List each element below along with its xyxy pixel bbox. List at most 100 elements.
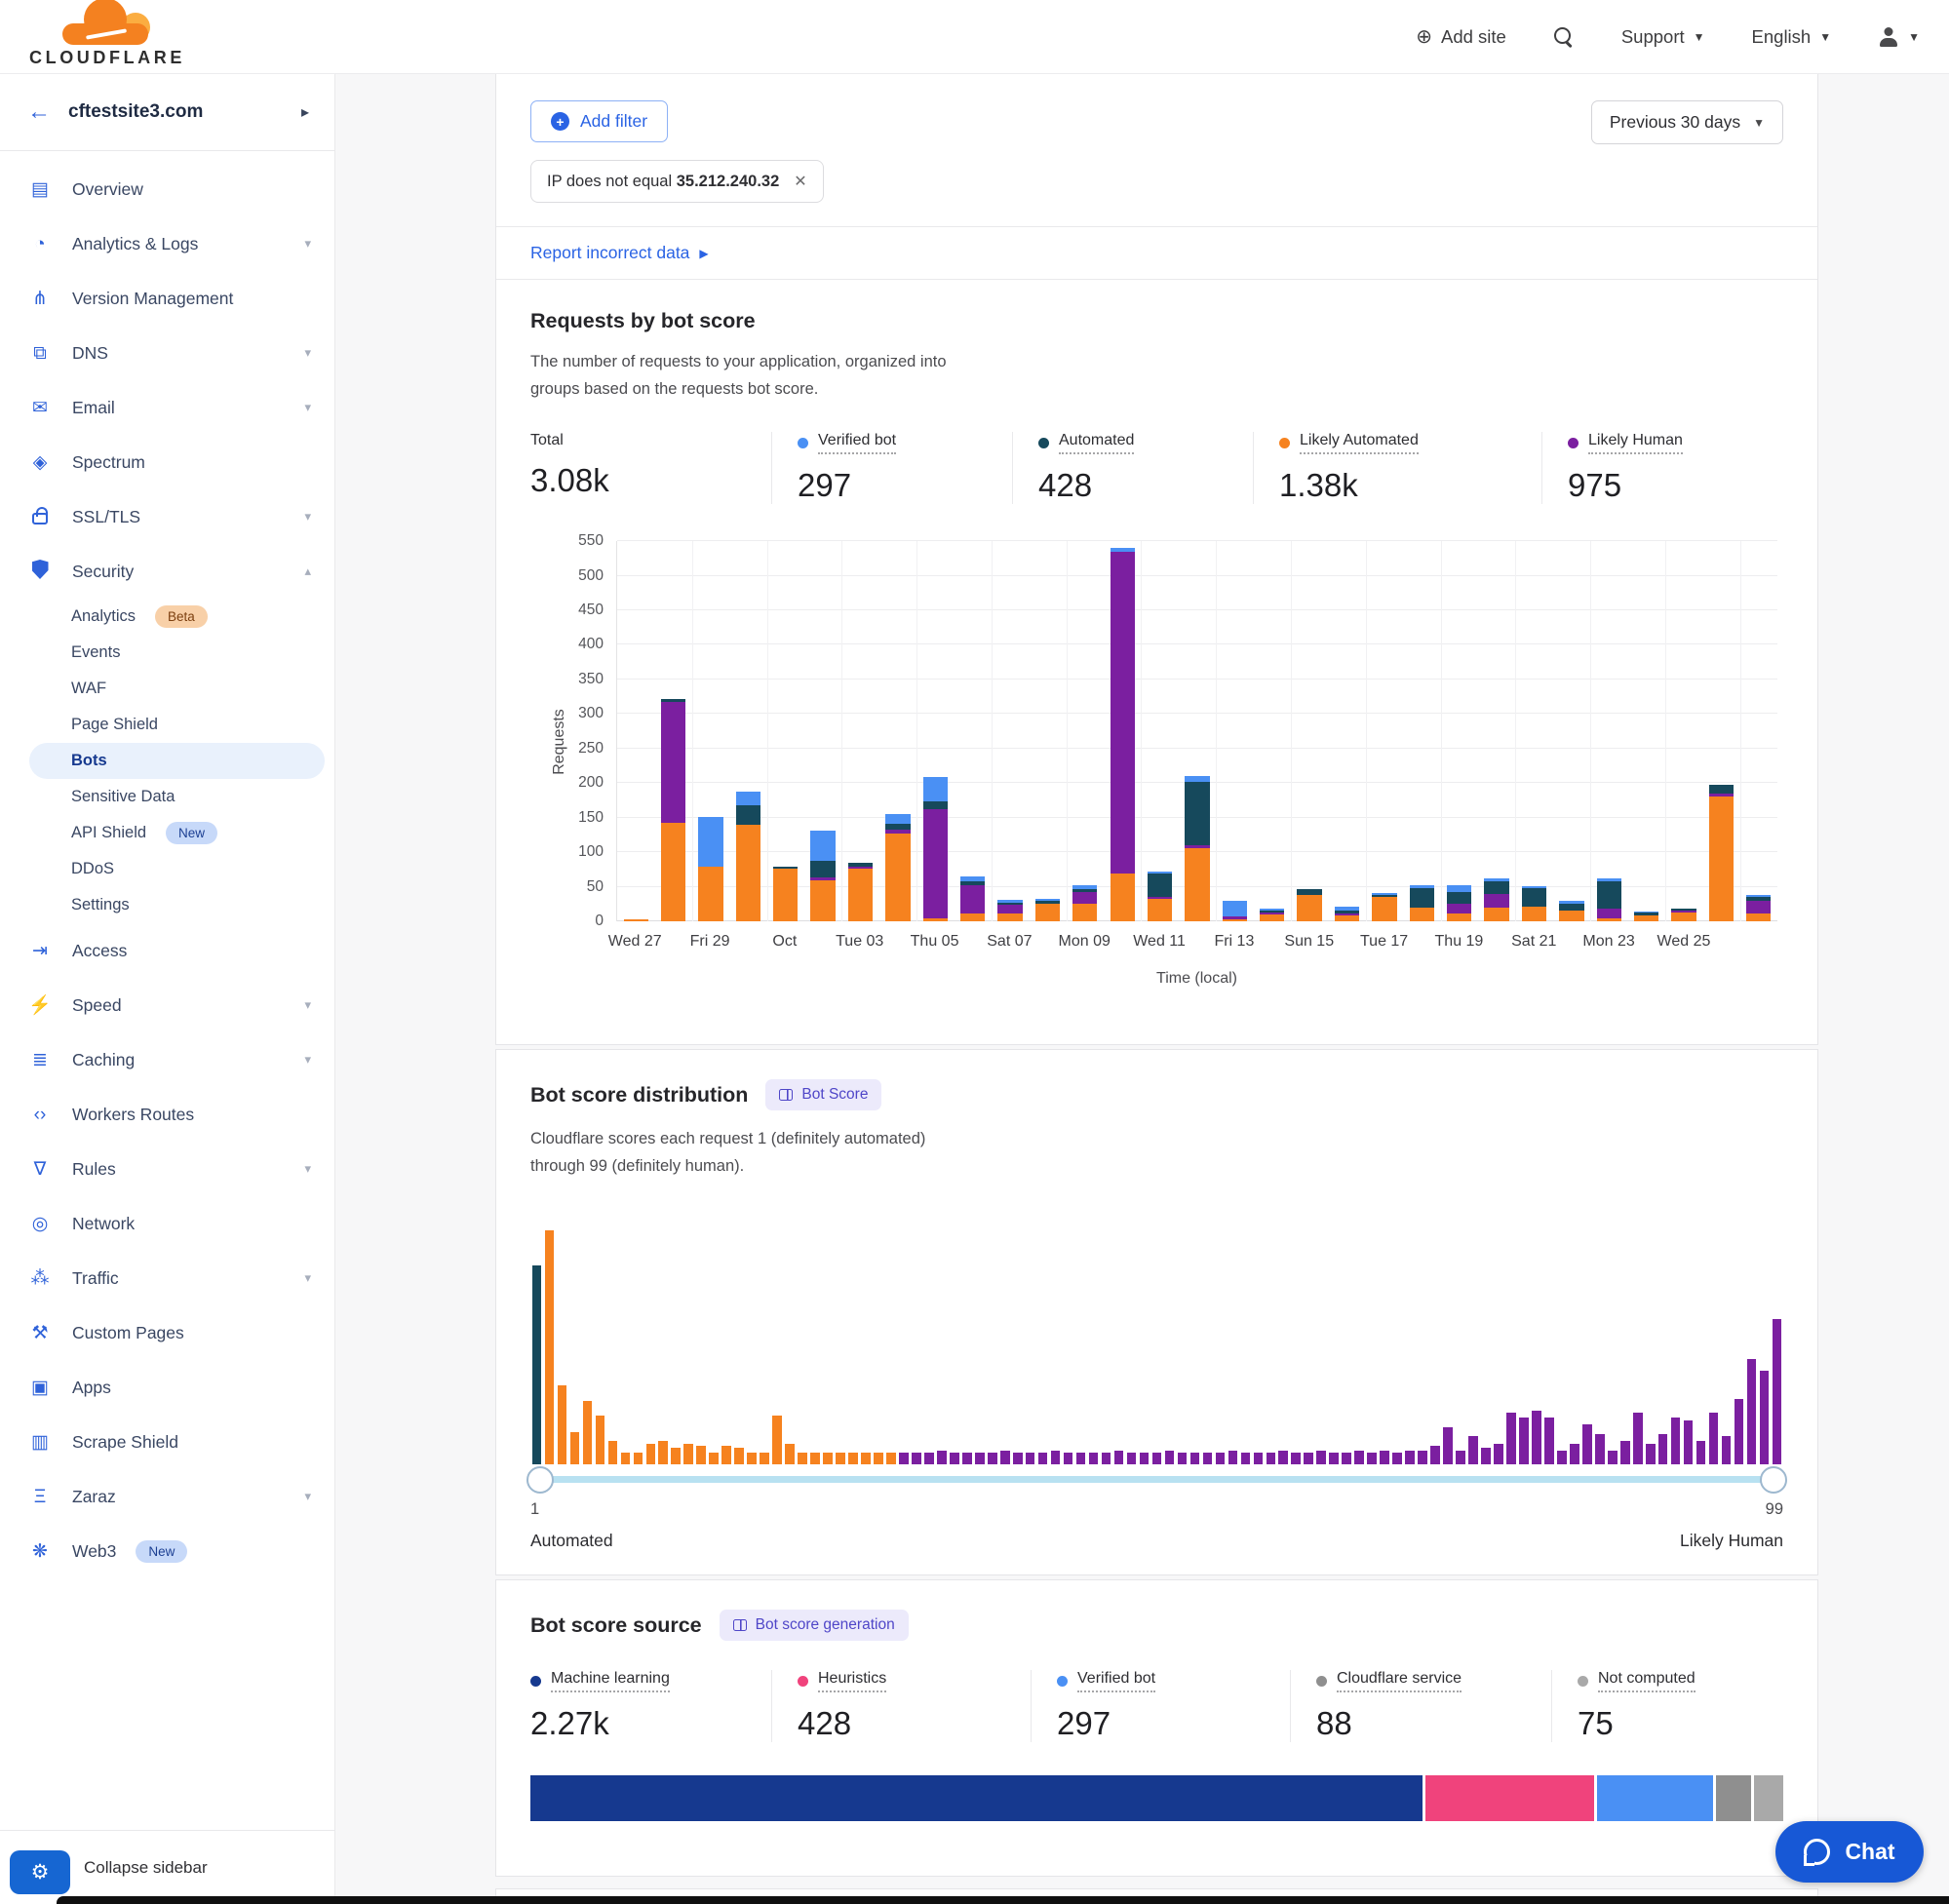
sidebar-item-network[interactable]: ◎Network: [0, 1196, 334, 1251]
bar-segment-likely-automated: [661, 823, 685, 921]
bar-segment-likely-human: [1148, 897, 1172, 899]
sidebar-item-email[interactable]: ✉Email▾: [0, 380, 334, 435]
sidebar-item-ddos[interactable]: DDoS: [0, 851, 334, 887]
sidebar-item-label: Overview: [72, 179, 143, 200]
stat-heuristics: Heuristics428: [771, 1670, 1031, 1742]
histogram-bar: [1329, 1453, 1339, 1464]
filter-chip[interactable]: IP does not equal 35.212.240.32 ✕: [530, 160, 824, 203]
histogram-bar: [545, 1230, 555, 1464]
language-menu[interactable]: English ▼: [1752, 26, 1832, 48]
y-tick-label: 500: [578, 567, 604, 585]
date-range-selector[interactable]: Previous 30 days ▼: [1591, 100, 1783, 144]
bar-segment-automated: [997, 903, 1022, 905]
stat-label[interactable]: Machine learning: [551, 1670, 670, 1692]
sidebar-item-page-shield[interactable]: Page Shield: [0, 707, 334, 743]
sidebar-item-apps[interactable]: ▣Apps: [0, 1360, 334, 1415]
sidebar-item-rules[interactable]: ∇Rules▾: [0, 1142, 334, 1196]
chat-button[interactable]: Chat: [1775, 1821, 1924, 1883]
x-tick-label: Wed 25: [1657, 933, 1711, 951]
stat-label[interactable]: Not computed: [1598, 1670, 1696, 1692]
bar-segment-verified-bot: [1559, 901, 1583, 905]
sidebar-item-bots[interactable]: Bots: [29, 743, 325, 779]
stat-verified-bot: Verified bot297: [771, 432, 1012, 504]
sidebar-item-analytics-logs[interactable]: ◔Analytics & Logs▾: [0, 216, 334, 271]
sidebar-item-analytics[interactable]: AnalyticsBeta: [0, 599, 334, 635]
sidebar-item-events[interactable]: Events: [0, 635, 334, 671]
sidebar-item-label: Events: [71, 643, 120, 662]
stat-label[interactable]: Likely Automated: [1300, 432, 1419, 454]
bar-segment-likely-human: [848, 867, 873, 869]
bar-segment-automated: [923, 801, 948, 808]
stat-label[interactable]: Verified bot: [818, 432, 896, 454]
sidebar-item-api-shield[interactable]: API ShieldNew: [0, 815, 334, 851]
search-icon[interactable]: [1553, 26, 1575, 48]
sidebar-item-security[interactable]: Security▴: [0, 544, 334, 599]
histogram-bar: [1595, 1434, 1605, 1464]
sidebar-item-label: Version Management: [72, 289, 233, 309]
window-bottom-edge: [57, 1896, 1949, 1904]
sidebar-item-custom-pages[interactable]: ⚒Custom Pages: [0, 1305, 334, 1360]
stat-label[interactable]: Verified bot: [1077, 1670, 1155, 1692]
add-site-button[interactable]: ⊕ Add site: [1416, 24, 1506, 49]
slider-handle-min[interactable]: [526, 1466, 554, 1494]
bar-segment-verified-bot: [810, 831, 835, 862]
sidebar-item-scrape-shield[interactable]: ▥Scrape Shield: [0, 1415, 334, 1469]
bar-segment-likely-automated: [810, 880, 835, 921]
stat-label[interactable]: Automated: [1059, 432, 1134, 454]
bar-segment-verified-bot: [1634, 912, 1658, 913]
bar-segment-automated: [1484, 881, 1508, 894]
site-selector[interactable]: ← cftestsite3.com ▸: [0, 74, 334, 151]
bar-segment-verified-bot: [1185, 776, 1209, 782]
version-management-icon: ⋔: [27, 290, 53, 308]
sidebar-item-version-management[interactable]: ⋔ Version Management: [0, 271, 334, 326]
sidebar-item-workers-routes[interactable]: ‹›Workers Routes: [0, 1087, 334, 1142]
bar-segment-automated: [1297, 889, 1321, 895]
sidebar-item-ssl-tls[interactable]: SSL/TLS▾: [0, 489, 334, 544]
bot-score-source-bar: [530, 1775, 1783, 1821]
sidebar-item-spectrum[interactable]: ◈Spectrum: [0, 435, 334, 489]
sidebar-item-overview[interactable]: ▤Overview: [0, 162, 334, 216]
stat-label[interactable]: Cloudflare service: [1337, 1670, 1462, 1692]
sidebar-item-speed[interactable]: ⚡Speed▾: [0, 978, 334, 1032]
report-incorrect-data-link[interactable]: Report incorrect data ▶: [530, 243, 709, 263]
account-menu[interactable]: ▼: [1878, 27, 1920, 47]
close-icon[interactable]: ✕: [794, 172, 806, 191]
histogram-bar: [1392, 1453, 1402, 1464]
support-menu[interactable]: Support ▼: [1621, 26, 1705, 48]
score-range-slider[interactable]: [530, 1476, 1783, 1483]
cloudflare-logo[interactable]: CLOUDFLARE: [29, 6, 185, 68]
histogram-bar: [760, 1453, 769, 1464]
sidebar-item-label: SSL/TLS: [72, 507, 140, 527]
sidebar-item-caching[interactable]: ≣Caching▾: [0, 1032, 334, 1087]
settings-gear-button[interactable]: ⚙: [10, 1850, 70, 1894]
legend-dot: [1057, 1676, 1068, 1687]
y-tick-label: 100: [578, 843, 604, 861]
histogram-bar: [1544, 1418, 1554, 1464]
sidebar-item-sensitive-data[interactable]: Sensitive Data: [0, 779, 334, 815]
source-segment-verified-bot: [1597, 1775, 1714, 1821]
bar-segment-likely-human: [810, 877, 835, 880]
sidebar-item-label: Bots: [71, 752, 107, 770]
source-stats: Machine learning2.27kHeuristics428Verifi…: [530, 1670, 1783, 1742]
sidebar-item-waf[interactable]: WAF: [0, 671, 334, 707]
back-arrow-icon[interactable]: ←: [27, 100, 51, 124]
histogram-bar: [1304, 1453, 1313, 1464]
histogram-bar: [1228, 1451, 1238, 1464]
bot-score-badge[interactable]: Bot Score: [765, 1079, 881, 1110]
slider-handle-max[interactable]: [1760, 1466, 1787, 1494]
sidebar-item-access[interactable]: ⇥Access: [0, 923, 334, 978]
bar-segment-verified-bot: [1484, 878, 1508, 881]
sidebar-item-web3[interactable]: ❋Web3New: [0, 1524, 334, 1578]
badge-beta: Beta: [155, 605, 208, 628]
bar-segment-likely-human: [1185, 845, 1209, 848]
stat-label[interactable]: Heuristics: [818, 1670, 886, 1692]
add-filter-button[interactable]: + Add filter: [530, 100, 668, 142]
sidebar-item-settings[interactable]: Settings: [0, 887, 334, 923]
sidebar-item-traffic[interactable]: ⁂Traffic▾: [0, 1251, 334, 1305]
bot-score-generation-badge[interactable]: Bot score generation: [720, 1610, 909, 1641]
bar-segment-likely-automated: [1484, 908, 1508, 921]
stat-label[interactable]: Likely Human: [1588, 432, 1683, 454]
histogram-bar: [924, 1453, 934, 1464]
sidebar-item-zaraz[interactable]: ΞZaraz▾: [0, 1469, 334, 1524]
sidebar-item-dns[interactable]: ⧉DNS▾: [0, 326, 334, 380]
